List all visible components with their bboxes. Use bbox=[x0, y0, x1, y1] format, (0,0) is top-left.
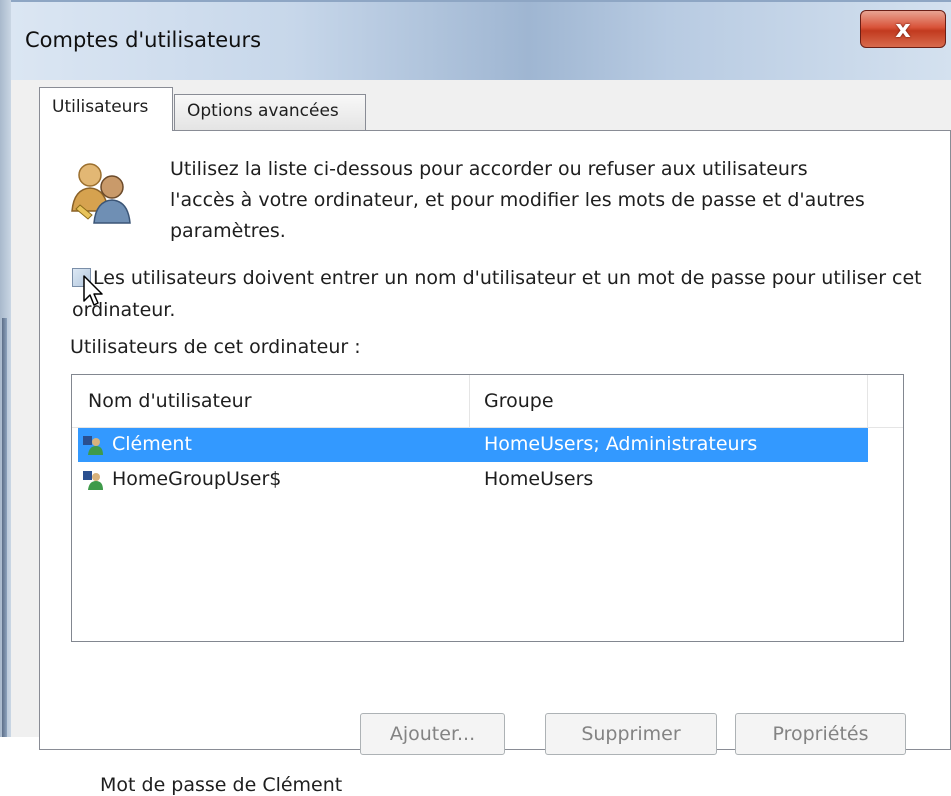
user-name: Clément bbox=[112, 433, 192, 455]
add-user-button[interactable]: Ajouter... bbox=[360, 713, 505, 755]
password-section-label: Mot de passe de Clément bbox=[100, 774, 343, 796]
column-header-username[interactable]: Nom d'utilisateur bbox=[72, 375, 470, 427]
window-title: Comptes d'utilisateurs bbox=[25, 28, 262, 52]
users-list-header: Nom d'utilisateur Groupe bbox=[72, 375, 903, 428]
background-window-edge bbox=[2, 318, 7, 737]
intro-text: Utilisez la liste ci-dessous pour accord… bbox=[170, 158, 865, 242]
users-list-caption: Utilisateurs de cet ordinateur : bbox=[70, 336, 361, 358]
table-row[interactable]: HomeGroupUser$ HomeUsers bbox=[78, 463, 868, 497]
tab-panel-utilisateurs: Utilisez la liste ci-dessous pour accord… bbox=[39, 130, 951, 796]
table-row[interactable]: Clément HomeUsers; Administrateurs bbox=[78, 428, 868, 462]
column-header-group[interactable]: Groupe bbox=[470, 375, 868, 427]
user-group: HomeUsers; Administrateurs bbox=[484, 433, 758, 455]
mouse-pointer-icon bbox=[83, 275, 103, 306]
remove-user-button[interactable]: Supprimer bbox=[545, 713, 717, 755]
properties-button[interactable]: Propriétés bbox=[735, 713, 906, 755]
tab-utilisateurs[interactable]: Utilisateurs bbox=[39, 87, 173, 131]
users-icon bbox=[71, 163, 131, 224]
user-account-icon bbox=[83, 436, 103, 455]
user-account-icon bbox=[83, 471, 103, 490]
close-button[interactable]: x bbox=[860, 10, 946, 48]
user-name: HomeGroupUser$ bbox=[112, 468, 282, 490]
users-list[interactable]: Nom d'utilisateur Groupe Clément HomeUse… bbox=[71, 374, 904, 642]
title-bar[interactable]: Comptes d'utilisateurs x bbox=[11, 0, 951, 80]
dialog-client-area: Utilisateurs Options avancées Utilisez l… bbox=[11, 80, 951, 796]
window-frame-left bbox=[0, 0, 11, 737]
require-login-label[interactable]: Les utilisateurs doivent entrer un nom d… bbox=[72, 262, 932, 326]
close-icon: x bbox=[895, 15, 911, 43]
user-group: HomeUsers bbox=[484, 468, 594, 490]
tab-options-avancees[interactable]: Options avancées bbox=[174, 94, 366, 130]
